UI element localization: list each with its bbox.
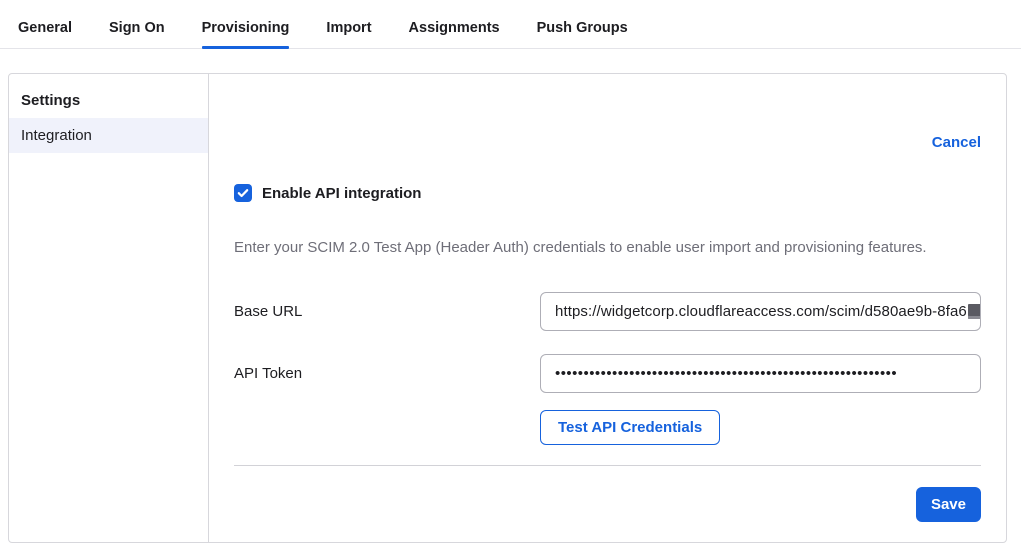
test-credentials-row: Test API Credentials [540,410,981,445]
save-button[interactable]: Save [916,487,981,522]
api-token-input[interactable]: ••••••••••••••••••••••••••••••••••••••••… [540,354,981,393]
credentials-description: Enter your SCIM 2.0 Test App (Header Aut… [234,239,981,256]
text-overflow-marker [968,304,981,319]
api-token-row: API Token ••••••••••••••••••••••••••••••… [234,354,981,393]
enable-api-integration-row: Enable API integration [234,184,981,202]
checkmark-icon [237,187,249,199]
base-url-input[interactable]: https://widgetcorp.cloudflareaccess.com/… [540,292,981,331]
tab-sign-on[interactable]: Sign On [109,20,165,48]
sidebar-header-settings: Settings [9,82,208,118]
api-token-masked-value: ••••••••••••••••••••••••••••••••••••••••… [555,365,897,382]
provisioning-panel: Settings Integration Cancel Enable API i… [8,73,1007,543]
app-tab-bar: General Sign On Provisioning Import Assi… [0,0,1021,49]
form-divider [234,465,981,466]
sidebar-item-integration[interactable]: Integration [9,118,208,153]
test-api-credentials-button[interactable]: Test API Credentials [540,410,720,445]
save-row: Save [234,487,981,522]
base-url-row: Base URL https://widgetcorp.cloudflareac… [234,292,981,331]
tab-push-groups[interactable]: Push Groups [537,20,628,48]
base-url-value: https://widgetcorp.cloudflareaccess.com/… [555,303,967,320]
cancel-link[interactable]: Cancel [932,134,981,151]
tab-assignments[interactable]: Assignments [409,20,500,48]
tab-provisioning[interactable]: Provisioning [202,20,290,48]
settings-sidebar: Settings Integration [9,74,209,542]
enable-api-integration-label: Enable API integration [262,185,421,202]
base-url-label: Base URL [234,303,302,320]
tab-import[interactable]: Import [326,20,371,48]
api-token-label: API Token [234,365,302,382]
integration-settings-form: Cancel Enable API integration Enter your… [209,74,1006,542]
tab-general[interactable]: General [18,20,72,48]
enable-api-integration-checkbox[interactable] [234,184,252,202]
cancel-row: Cancel [234,134,981,152]
